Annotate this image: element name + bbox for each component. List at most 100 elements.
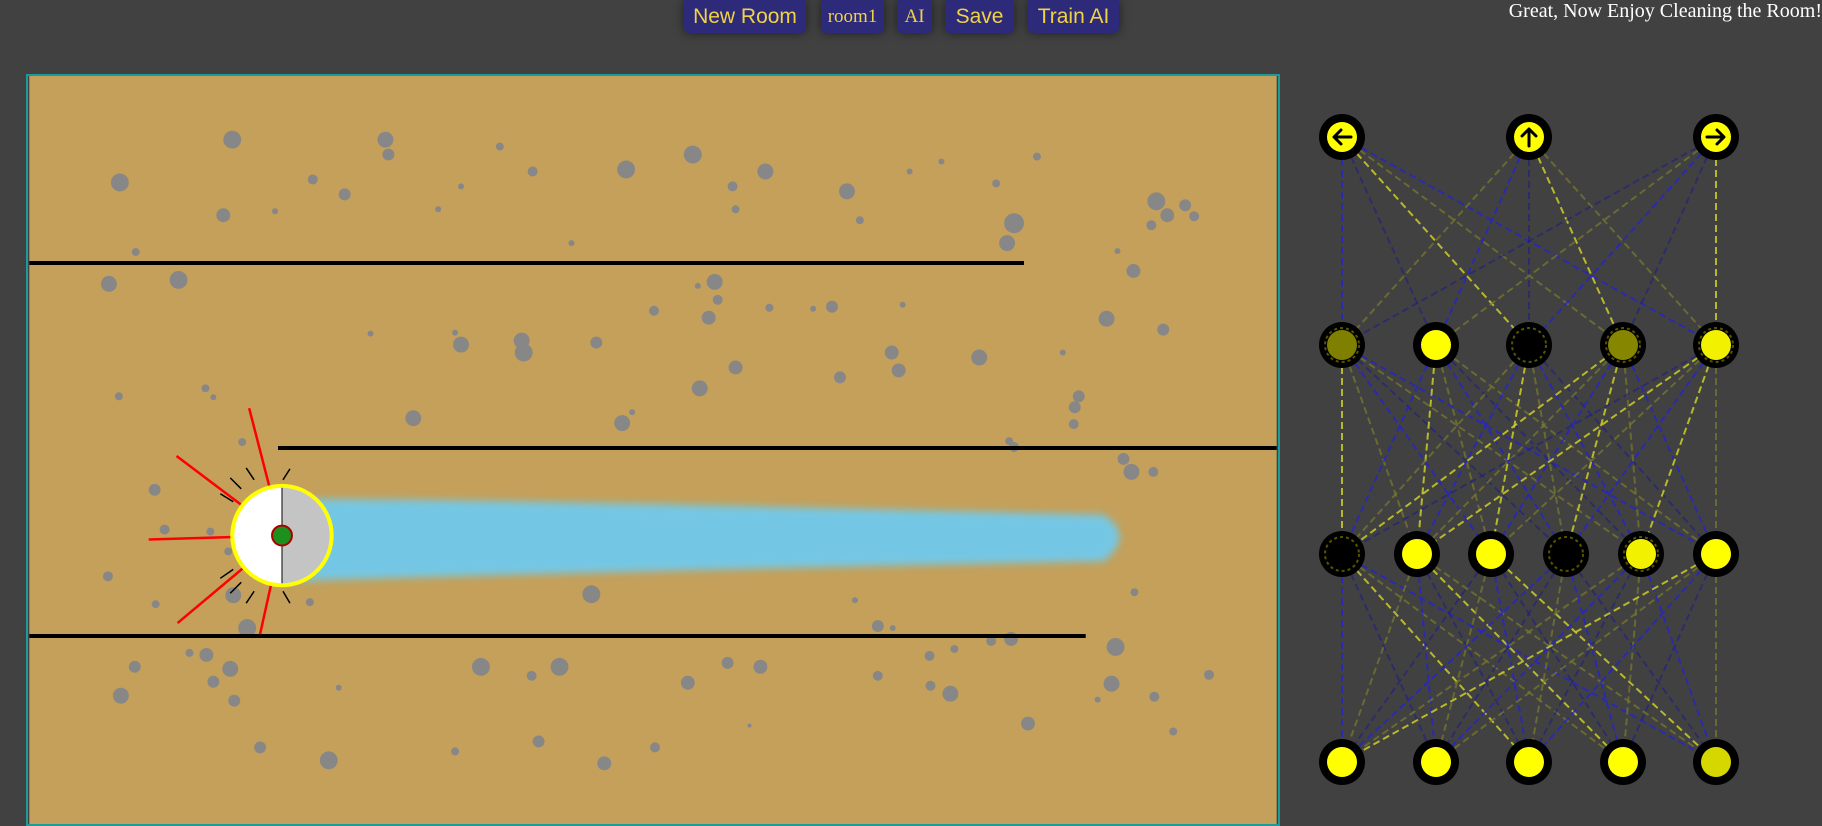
toolbar: New Room room1 AI Save Train AI Great, N… bbox=[0, 0, 1822, 40]
nn-neuron-activation bbox=[1327, 747, 1357, 777]
dust-particle bbox=[889, 625, 896, 632]
dust-particle bbox=[452, 329, 459, 336]
dust-particle bbox=[1204, 669, 1214, 680]
dust-particle bbox=[1068, 401, 1081, 414]
robot-core bbox=[271, 524, 293, 547]
train-ai-button[interactable]: Train AI bbox=[1028, 0, 1119, 33]
dust-particle bbox=[216, 208, 231, 223]
dust-particle bbox=[1148, 466, 1159, 477]
dust-particle bbox=[335, 684, 342, 691]
dust-particle bbox=[222, 660, 239, 677]
nn-connection bbox=[1435, 344, 1642, 555]
dust-particle bbox=[228, 694, 241, 707]
nn-connection bbox=[1435, 136, 1530, 346]
dust-particle bbox=[810, 305, 817, 312]
dust-particle bbox=[568, 240, 575, 247]
dust-particle bbox=[680, 675, 695, 690]
dust-particle bbox=[272, 208, 279, 215]
nn-connection bbox=[1341, 553, 1624, 763]
nn-neuron-activation bbox=[1701, 330, 1731, 360]
dust-particle bbox=[1123, 463, 1140, 480]
dust-particle bbox=[527, 166, 538, 177]
nn-connection bbox=[1565, 553, 1717, 763]
nn-connection bbox=[1490, 344, 1624, 555]
room-canvas[interactable] bbox=[26, 74, 1280, 826]
status-message: Great, Now Enjoy Cleaning the Room! bbox=[1508, 0, 1822, 22]
dust-particle bbox=[1059, 349, 1066, 356]
dust-particle bbox=[367, 330, 374, 337]
dust-particle bbox=[706, 273, 723, 290]
dust-particle bbox=[238, 438, 247, 447]
nn-connection bbox=[1435, 553, 1717, 763]
dust-particle bbox=[925, 680, 936, 691]
dust-particle bbox=[1147, 192, 1166, 211]
dust-particle bbox=[100, 275, 117, 292]
dust-particle bbox=[1032, 152, 1041, 161]
dust-particle bbox=[453, 336, 469, 353]
dust-particle bbox=[629, 409, 636, 416]
dust-particle bbox=[159, 524, 170, 535]
dust-particle bbox=[110, 173, 129, 192]
neural-network-view bbox=[1319, 114, 1739, 785]
dust-particle bbox=[1106, 637, 1125, 656]
dust-particle bbox=[1098, 310, 1115, 327]
dust-particle bbox=[131, 248, 140, 257]
dust-particle bbox=[992, 179, 1001, 188]
nn-connection bbox=[1416, 344, 1624, 555]
dust-particle bbox=[305, 598, 314, 607]
room-name-button[interactable]: room1 bbox=[821, 0, 884, 33]
dust-particle bbox=[1157, 323, 1170, 336]
dust-particle bbox=[435, 206, 442, 213]
dust-particle bbox=[550, 657, 569, 676]
dust-particle bbox=[650, 742, 660, 753]
dust-particle bbox=[1021, 716, 1035, 731]
dust-particle bbox=[128, 660, 141, 673]
dust-particle bbox=[451, 747, 460, 756]
dust-particle bbox=[307, 174, 318, 185]
dust-particle bbox=[377, 131, 394, 148]
nn-connection bbox=[1341, 553, 1492, 763]
nn-neuron-activation bbox=[1701, 539, 1731, 569]
dust-particle bbox=[1004, 213, 1025, 234]
nn-neuron-activation bbox=[1514, 747, 1544, 777]
nn-connection bbox=[1341, 344, 1437, 555]
dust-particle bbox=[207, 675, 220, 688]
dust-particle bbox=[338, 188, 351, 201]
dust-particle bbox=[224, 547, 233, 556]
dust-particle bbox=[1126, 263, 1141, 278]
nn-connection bbox=[1416, 344, 1530, 555]
dust-particle bbox=[185, 648, 194, 657]
dust-particle bbox=[826, 300, 839, 313]
dust-particle bbox=[148, 483, 161, 496]
dust-particle bbox=[471, 657, 490, 676]
nn-connection bbox=[1622, 344, 1642, 555]
dust-particle bbox=[617, 160, 636, 179]
dust-particle bbox=[1179, 199, 1192, 212]
nn-connection bbox=[1435, 553, 1642, 763]
dust-particle bbox=[924, 650, 935, 661]
dust-particle bbox=[405, 410, 422, 427]
dust-particle bbox=[514, 343, 533, 362]
dust-particle bbox=[757, 163, 774, 180]
dust-particle bbox=[691, 380, 708, 397]
dust-particle bbox=[1094, 696, 1101, 703]
nn-neuron-activation bbox=[1402, 539, 1432, 569]
dust-particle bbox=[683, 145, 702, 164]
nn-connection bbox=[1341, 553, 1642, 763]
nn-connection bbox=[1341, 344, 1642, 555]
dust-particle bbox=[532, 735, 545, 748]
dust-particle bbox=[319, 751, 338, 770]
nn-neuron-activation bbox=[1626, 539, 1656, 569]
dust-particle bbox=[1169, 727, 1178, 736]
nn-connection bbox=[1341, 344, 1418, 555]
ai-mode-button[interactable]: AI bbox=[897, 0, 932, 33]
new-room-button[interactable]: New Room bbox=[684, 0, 806, 33]
save-button[interactable]: Save bbox=[945, 0, 1014, 33]
nn-connection bbox=[1622, 136, 1717, 346]
dust-particle bbox=[871, 620, 884, 633]
dust-particle bbox=[1160, 208, 1175, 223]
nn-neuron-activation bbox=[1327, 330, 1357, 360]
dust-particle bbox=[971, 349, 988, 366]
nn-connection bbox=[1565, 344, 1717, 555]
dust-particle bbox=[1072, 390, 1085, 403]
